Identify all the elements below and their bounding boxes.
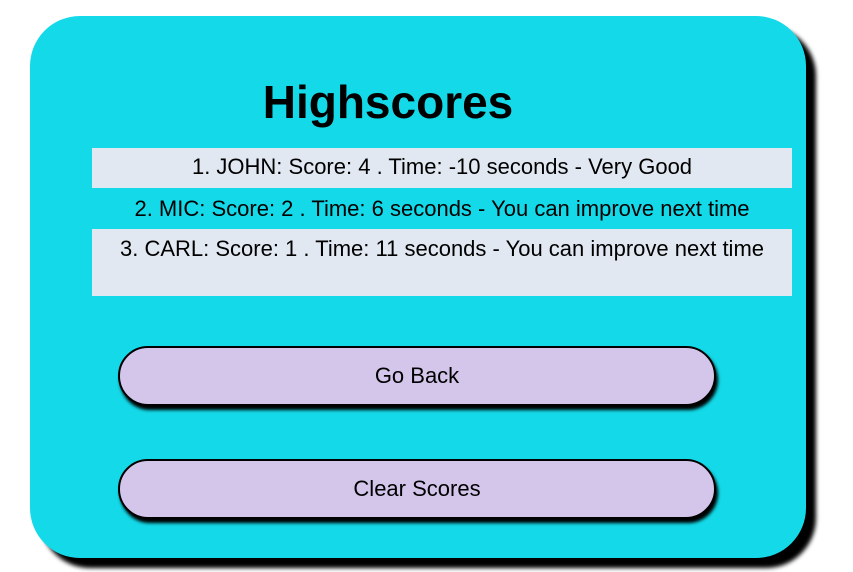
go-back-button[interactable]: Go Back xyxy=(118,346,716,406)
highscore-entry-3: 3. CARL: Score: 1 . Time: 11 seconds - Y… xyxy=(92,229,792,296)
page-title: Highscores xyxy=(262,76,514,128)
highscore-entry-1: 1. JOHN: Score: 4 . Time: -10 seconds - … xyxy=(92,148,792,188)
clear-scores-button[interactable]: Clear Scores xyxy=(118,459,716,519)
highscore-entry-2: 2. MIC: Score: 2 . Time: 6 seconds - You… xyxy=(134,196,750,221)
highscore-list: 1. JOHN: Score: 4 . Time: -10 seconds - … xyxy=(92,148,792,296)
highscores-card: Highscores 1. JOHN: Score: 4 . Time: -10… xyxy=(30,16,806,558)
